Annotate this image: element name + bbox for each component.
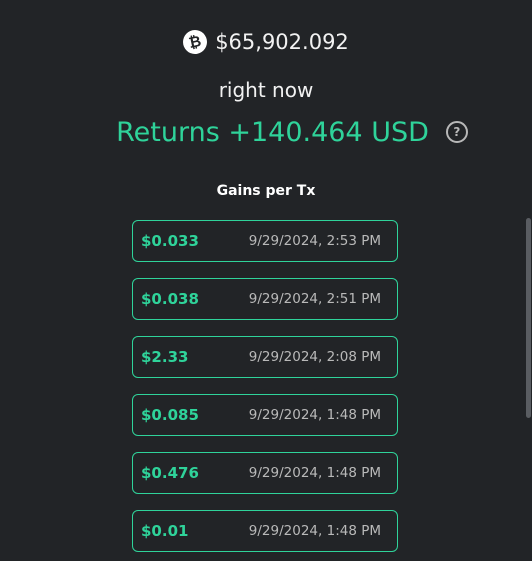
gains-title: Gains per Tx bbox=[216, 183, 316, 199]
transaction-time: 9/29/2024, 1:48 PM bbox=[248, 407, 381, 423]
transaction-time: 9/29/2024, 2:53 PM bbox=[248, 233, 381, 249]
transaction-list: $0.033 9/29/2024, 2:53 PM $0.038 9/29/20… bbox=[132, 220, 398, 561]
price-value: $65,902.092 bbox=[215, 30, 349, 54]
transaction-amount: $2.33 bbox=[141, 348, 189, 366]
transaction-card[interactable]: $0.033 9/29/2024, 2:53 PM bbox=[132, 220, 398, 262]
period-label: right now bbox=[218, 78, 314, 102]
transaction-amount: $0.476 bbox=[141, 464, 199, 482]
transaction-time: 9/29/2024, 2:08 PM bbox=[248, 349, 381, 365]
transaction-amount: $0.038 bbox=[141, 290, 199, 308]
transaction-time: 9/29/2024, 2:51 PM bbox=[248, 291, 381, 307]
transaction-card[interactable]: $0.038 9/29/2024, 2:51 PM bbox=[132, 278, 398, 320]
bitcoin-icon: ₿ bbox=[180, 27, 210, 57]
transaction-amount: $0.033 bbox=[141, 232, 199, 250]
transaction-amount: $0.085 bbox=[141, 406, 199, 424]
question-circle-icon[interactable]: ? bbox=[445, 121, 468, 143]
returns-row: Returns +140.464 USD ? bbox=[0, 112, 532, 152]
transaction-card[interactable]: $2.33 9/29/2024, 2:08 PM bbox=[132, 336, 398, 378]
transaction-time: 9/29/2024, 1:48 PM bbox=[248, 523, 381, 539]
price-header: ₿ $65,902.092 bbox=[0, 26, 532, 58]
returns-value: Returns +140.464 USD bbox=[116, 116, 429, 148]
transaction-time: 9/29/2024, 1:48 PM bbox=[248, 465, 381, 481]
transaction-amount: $0.01 bbox=[141, 522, 189, 540]
transaction-card[interactable]: $0.01 9/29/2024, 1:48 PM bbox=[132, 510, 398, 552]
transaction-card[interactable]: $0.476 9/29/2024, 1:48 PM bbox=[132, 452, 398, 494]
scrollbar[interactable] bbox=[526, 218, 531, 418]
transaction-card[interactable]: $0.085 9/29/2024, 1:48 PM bbox=[132, 394, 398, 436]
